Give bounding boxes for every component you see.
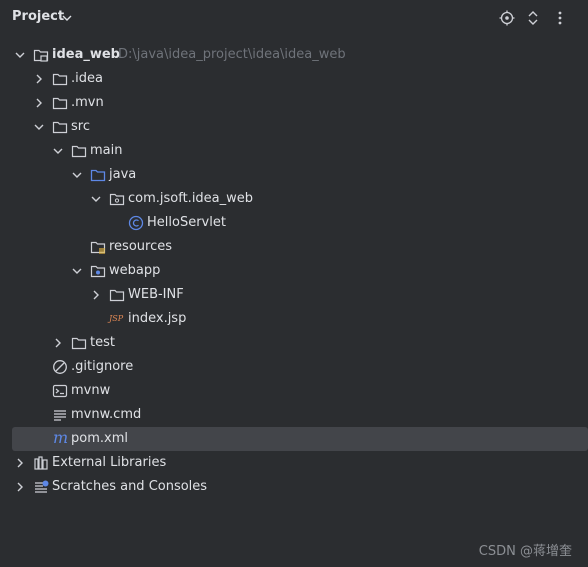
tree-node-main[interactable]: main bbox=[0, 139, 588, 163]
project-panel-header: Project bbox=[0, 0, 588, 36]
tree-node-mvn-dir[interactable]: .mvn bbox=[0, 91, 588, 115]
text-file-icon bbox=[54, 410, 66, 421]
tree-node-label: webapp bbox=[109, 263, 161, 278]
folder-icon bbox=[109, 289, 125, 302]
java-class-icon bbox=[128, 215, 144, 231]
tree-node-java[interactable]: java bbox=[0, 163, 588, 187]
tree-node-gitignore[interactable]: .gitignore bbox=[0, 355, 588, 379]
project-path: D:\java\idea_project\idea\idea_web bbox=[118, 47, 346, 62]
tree-node-label: resources bbox=[109, 239, 173, 254]
tree-node-label: index.jsp bbox=[128, 311, 187, 326]
chevron-right-icon[interactable] bbox=[31, 95, 47, 111]
folder-icon bbox=[71, 145, 87, 158]
tree-node-label: External Libraries bbox=[52, 455, 167, 470]
watermark: CSDN @蒋增奎 bbox=[478, 544, 572, 559]
chevron-down-icon[interactable] bbox=[31, 119, 47, 135]
shell-script-icon bbox=[52, 384, 68, 398]
chevron-down-icon[interactable] bbox=[12, 47, 28, 63]
tree-node-web-inf[interactable]: WEB-INF bbox=[0, 283, 588, 307]
tree-node-label: Scratches and Consoles bbox=[52, 479, 208, 494]
tree-node-label: src bbox=[71, 119, 90, 134]
tree-node-label: com.jsoft.idea_web bbox=[128, 191, 254, 206]
chevron-right-icon[interactable] bbox=[12, 479, 28, 495]
chevron-right-icon[interactable] bbox=[88, 287, 104, 303]
tree-node-label: .gitignore bbox=[71, 359, 134, 374]
tree-node-idea-dir[interactable]: .idea bbox=[0, 67, 588, 91]
locate-icon[interactable] bbox=[499, 10, 515, 26]
chevron-right-icon[interactable] bbox=[12, 455, 28, 471]
chevron-right-icon[interactable] bbox=[50, 335, 66, 351]
tree-node-label: HelloServlet bbox=[147, 215, 226, 230]
tree-node-label: WEB-INF bbox=[128, 287, 184, 302]
tree-node-idea-web[interactable]: idea_web D:\java\idea_project\idea\idea_… bbox=[0, 43, 588, 67]
module-folder-icon bbox=[33, 49, 49, 62]
tree-node-package[interactable]: com.jsoft.idea_web bbox=[0, 187, 588, 211]
tree-node-external-libraries[interactable]: External Libraries bbox=[0, 451, 588, 475]
tree-node-webapp[interactable]: webapp bbox=[0, 259, 588, 283]
folder-icon bbox=[52, 121, 68, 134]
chevron-right-icon[interactable] bbox=[31, 71, 47, 87]
library-icon bbox=[34, 456, 48, 470]
tree-node-scratches[interactable]: Scratches and Consoles bbox=[0, 475, 588, 499]
chevron-down-icon[interactable] bbox=[62, 13, 72, 23]
tree-node-label: .idea bbox=[71, 71, 103, 86]
ignore-file-icon bbox=[53, 360, 67, 374]
tree-node-mvnw-cmd[interactable]: mvnw.cmd bbox=[0, 403, 588, 427]
tree-node-label: main bbox=[90, 143, 123, 158]
chevron-down-icon[interactable] bbox=[50, 143, 66, 159]
tree-node-label: java bbox=[109, 167, 137, 182]
tree-node-label: pom.xml bbox=[71, 431, 128, 446]
tree-node-label: test bbox=[90, 335, 115, 350]
resources-folder-icon bbox=[90, 241, 106, 254]
tree-node-mvnw[interactable]: mvnw bbox=[0, 379, 588, 403]
tree-node-test[interactable]: test bbox=[0, 331, 588, 355]
web-folder-icon bbox=[90, 265, 106, 278]
package-icon bbox=[109, 193, 125, 206]
tree-node-label: mvnw.cmd bbox=[71, 407, 142, 422]
maven-file-icon: m bbox=[53, 428, 69, 447]
tree-node-label: .mvn bbox=[71, 95, 104, 110]
tree-node-helloservlet[interactable]: HelloServlet bbox=[0, 211, 588, 235]
tree-node-src[interactable]: src bbox=[0, 115, 588, 139]
tree-node-label: mvnw bbox=[71, 383, 111, 398]
folder-icon bbox=[71, 337, 87, 350]
tree-node-index-jsp[interactable]: JSP index.jsp bbox=[0, 307, 588, 331]
chevron-down-icon[interactable] bbox=[88, 191, 104, 207]
panel-title[interactable]: Project bbox=[12, 9, 64, 24]
folder-icon bbox=[52, 97, 68, 110]
expand-collapse-icon[interactable] bbox=[525, 10, 541, 26]
chevron-down-icon[interactable] bbox=[69, 167, 85, 183]
folder-icon bbox=[52, 73, 68, 86]
tree-node-resources[interactable]: resources bbox=[0, 235, 588, 259]
tree-node-label: idea_web bbox=[52, 47, 120, 62]
chevron-down-icon[interactable] bbox=[69, 263, 85, 279]
jsp-file-icon: JSP bbox=[109, 314, 124, 323]
scratches-icon bbox=[35, 480, 49, 493]
tree-node-pom-xml[interactable]: m pom.xml bbox=[12, 427, 588, 451]
source-folder-icon bbox=[90, 169, 106, 182]
options-icon[interactable] bbox=[552, 10, 568, 26]
